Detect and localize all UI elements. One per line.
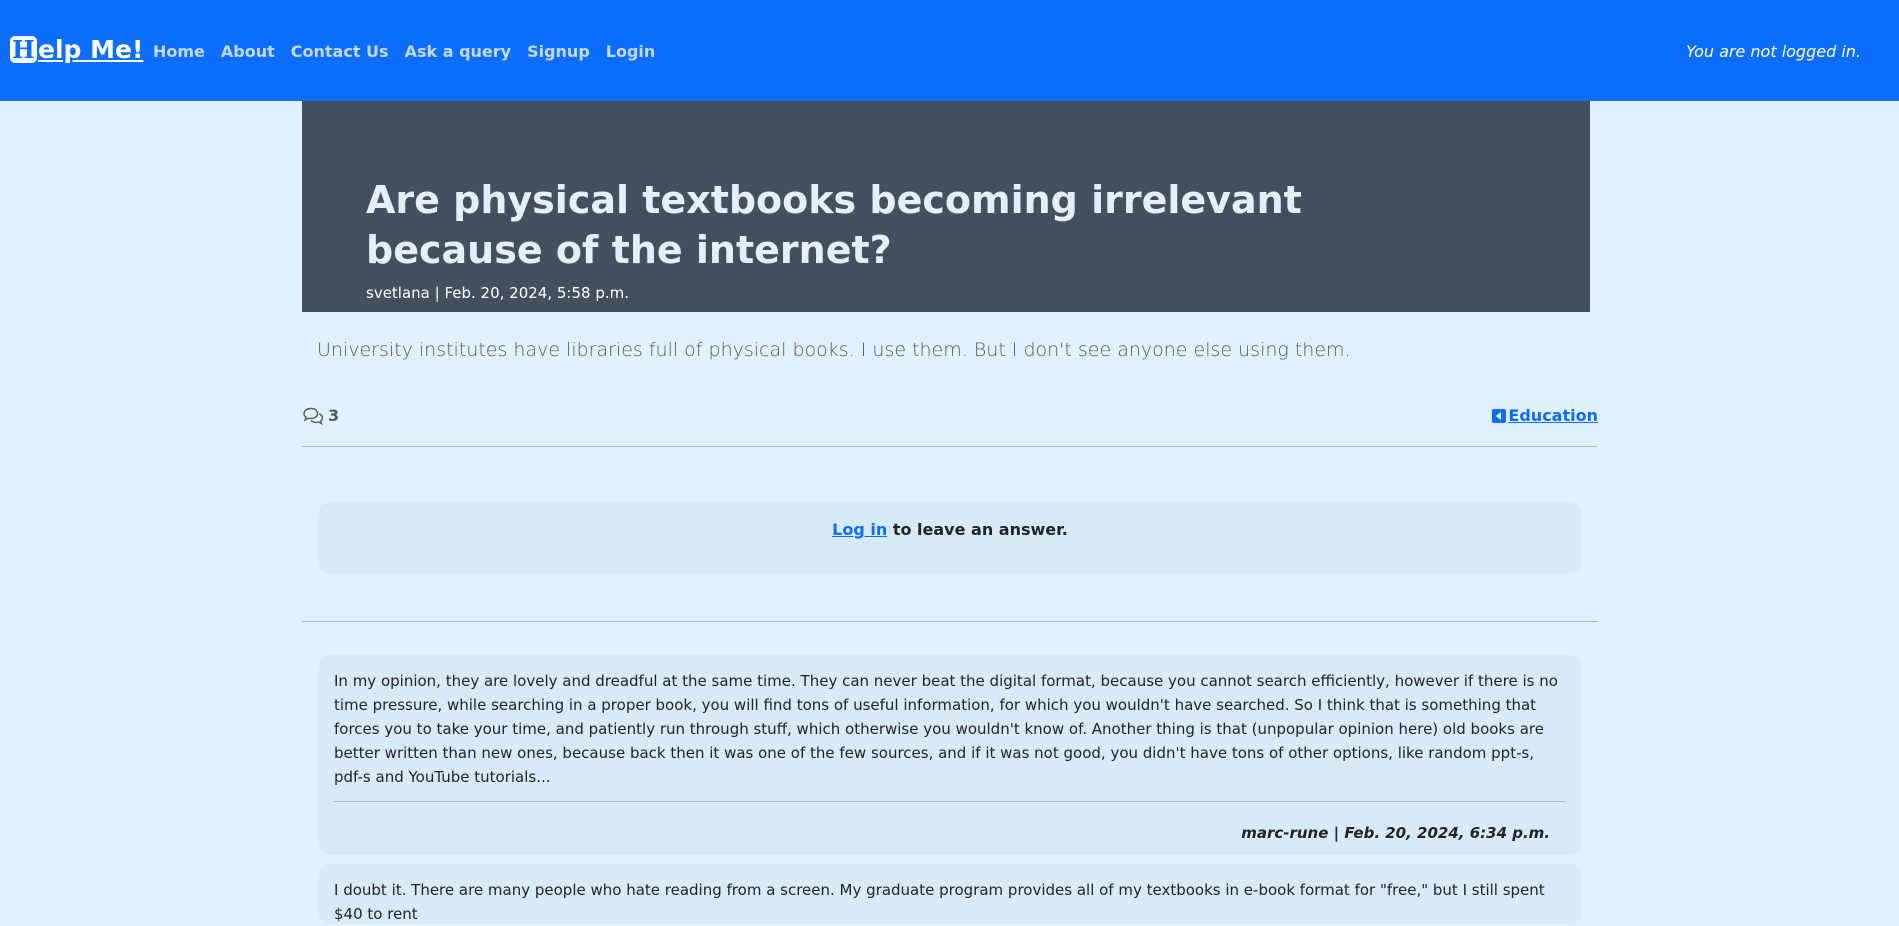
answer-card: In my opinion, they are lovely and dread… (318, 655, 1582, 855)
answer-author: marc-rune | Feb. 20, 2024, 6:34 p.m. (1241, 824, 1550, 842)
category-link[interactable]: Education (1492, 406, 1598, 425)
nav-about[interactable]: About (221, 42, 275, 61)
login-prompt: Log in to leave an answer. (318, 520, 1582, 539)
brand-name: elp Me! (38, 35, 144, 64)
nav-login[interactable]: Login (606, 42, 656, 61)
nav-links: Home About Contact Us Ask a query Signup… (153, 42, 655, 61)
question-body: University institutes have libraries ful… (317, 339, 1351, 361)
comments-icon (303, 407, 324, 425)
login-status: You are not logged in. (1686, 42, 1861, 61)
answer-card: I doubt it. There are many people who ha… (318, 864, 1582, 924)
login-prompt-text: to leave an answer. (887, 520, 1068, 539)
answer-text: In my opinion, they are lovely and dread… (334, 672, 1558, 786)
nav-contact-us[interactable]: Contact Us (291, 42, 389, 61)
login-prompt-box: Log in to leave an answer. (318, 502, 1582, 574)
answer-text: I doubt it. There are many people who ha… (334, 881, 1545, 923)
answer-count: 3 (302, 406, 339, 425)
category-label: Education (1508, 406, 1598, 425)
brand-logo-icon: H (10, 36, 37, 63)
login-link[interactable]: Log in (832, 520, 887, 539)
question-meta: svetlana | Feb. 20, 2024, 5:58 p.m. (366, 284, 629, 302)
question-header: Are physical textbooks becoming irreleva… (302, 101, 1590, 312)
question-title: Are physical textbooks becoming irreleva… (366, 178, 1302, 272)
divider (302, 621, 1598, 622)
question-info-row: 3 Education (302, 406, 1598, 447)
answer-count-value: 3 (328, 406, 340, 425)
nav-ask-a-query[interactable]: Ask a query (405, 42, 512, 61)
caret-left-square-icon (1492, 408, 1507, 423)
navbar: H elp Me! Home About Contact Us Ask a qu… (0, 0, 1899, 101)
brand-link[interactable]: H elp Me! (10, 35, 143, 64)
nav-signup[interactable]: Signup (527, 42, 590, 61)
nav-home[interactable]: Home (153, 42, 205, 61)
